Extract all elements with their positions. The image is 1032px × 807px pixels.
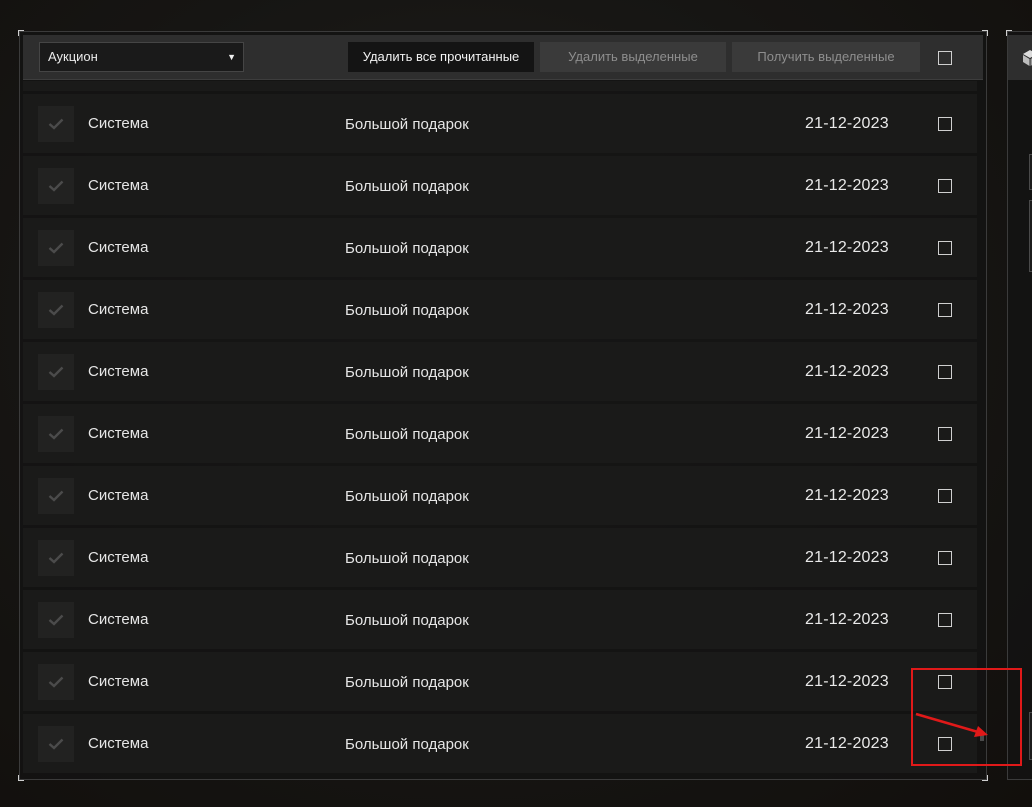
message-select-checkbox[interactable] bbox=[938, 551, 952, 565]
checkmark-icon bbox=[38, 602, 74, 638]
message-subject: Большой подарок bbox=[345, 178, 469, 195]
checkmark-icon bbox=[38, 354, 74, 390]
message-row[interactable]: Система Большой подарок 21-12-2023 bbox=[23, 280, 977, 339]
message-subject: Большой подарок bbox=[345, 116, 469, 133]
message-date: 21-12-2023 bbox=[805, 239, 889, 256]
checkmark-icon bbox=[38, 168, 74, 204]
delete-read-button[interactable]: Удалить все прочитанные bbox=[348, 42, 534, 72]
message-row[interactable]: Система Большой подарок 21-12-2023 bbox=[23, 342, 977, 401]
message-date: 21-12-2023 bbox=[805, 425, 889, 442]
message-sender: Система bbox=[88, 239, 149, 256]
message-date: 21-12-2023 bbox=[805, 115, 889, 132]
message-date: 21-12-2023 bbox=[805, 177, 889, 194]
message-select-checkbox[interactable] bbox=[938, 179, 952, 193]
delete-selected-button[interactable]: Удалить выделенные bbox=[540, 42, 726, 72]
side-panel-header bbox=[1008, 35, 1032, 80]
message-subject: Большой подарок bbox=[345, 364, 469, 381]
message-sender: Система bbox=[88, 673, 149, 690]
cube-icon bbox=[1023, 50, 1032, 66]
message-date: 21-12-2023 bbox=[805, 549, 889, 566]
message-select-checkbox[interactable] bbox=[938, 241, 952, 255]
checkmark-icon bbox=[38, 726, 74, 762]
message-row[interactable]: Система Большой подарок 21-12-2023 bbox=[23, 466, 977, 525]
message-select-checkbox[interactable] bbox=[938, 303, 952, 317]
mail-toolbar: Аукцион ▼ Удалить все прочитанные Удалит… bbox=[23, 35, 983, 80]
checkmark-icon bbox=[38, 106, 74, 142]
message-row[interactable]: Система Большой подарок 21-12-2023 bbox=[23, 652, 977, 711]
message-subject: Большой подарок bbox=[345, 302, 469, 319]
message-row[interactable]: Система Большой подарок 21-12-2023 bbox=[23, 590, 977, 649]
message-subject: Большой подарок bbox=[345, 426, 469, 443]
message-sender: Система bbox=[88, 301, 149, 318]
panel-corner bbox=[982, 775, 988, 781]
message-sender: Система bbox=[88, 177, 149, 194]
checkmark-icon bbox=[38, 478, 74, 514]
message-select-checkbox[interactable] bbox=[938, 117, 952, 131]
message-sender: Система bbox=[88, 363, 149, 380]
message-select-checkbox[interactable] bbox=[938, 365, 952, 379]
message-date: 21-12-2023 bbox=[805, 611, 889, 628]
checkmark-icon bbox=[38, 292, 74, 328]
message-select-checkbox[interactable] bbox=[938, 613, 952, 627]
message-date: 21-12-2023 bbox=[805, 363, 889, 380]
message-subject: Большой подарок bbox=[345, 674, 469, 691]
message-list: Система Большой подарок 21-12-2023 Систе… bbox=[23, 94, 977, 776]
message-subject: Большой подарок bbox=[345, 240, 469, 257]
message-sender: Система bbox=[88, 487, 149, 504]
message-row[interactable]: Система Большой подарок 21-12-2023 bbox=[23, 94, 977, 153]
message-row[interactable]: Система Большой подарок 21-12-2023 bbox=[23, 528, 977, 587]
list-top-edge bbox=[23, 81, 977, 91]
message-select-checkbox[interactable] bbox=[938, 427, 952, 441]
message-subject: Большой подарок bbox=[345, 550, 469, 567]
receive-selected-button[interactable]: Получить выделенные bbox=[732, 42, 920, 72]
message-row[interactable]: Система Большой подарок 21-12-2023 bbox=[23, 404, 977, 463]
message-row[interactable]: Система Большой подарок 21-12-2023 bbox=[23, 714, 977, 773]
checkmark-icon bbox=[38, 416, 74, 452]
checkmark-icon bbox=[38, 540, 74, 576]
message-date: 21-12-2023 bbox=[805, 301, 889, 318]
message-subject: Большой подарок bbox=[345, 736, 469, 753]
message-sender: Система bbox=[88, 611, 149, 628]
message-sender: Система bbox=[88, 425, 149, 442]
message-sender: Система bbox=[88, 549, 149, 566]
message-sender: Система bbox=[88, 735, 149, 752]
message-date: 21-12-2023 bbox=[805, 673, 889, 690]
mail-panel: Аукцион ▼ Удалить все прочитанные Удалит… bbox=[18, 30, 988, 781]
message-subject: Большой подарок bbox=[345, 488, 469, 505]
message-subject: Большой подарок bbox=[345, 612, 469, 629]
message-select-checkbox[interactable] bbox=[938, 489, 952, 503]
annotation-arrow-icon bbox=[915, 712, 988, 737]
message-date: 21-12-2023 bbox=[805, 487, 889, 504]
message-date: 21-12-2023 bbox=[805, 735, 889, 752]
message-row[interactable]: Система Большой подарок 21-12-2023 bbox=[23, 156, 977, 215]
checkmark-icon bbox=[38, 664, 74, 700]
message-row[interactable]: Система Большой подарок 21-12-2023 bbox=[23, 218, 977, 277]
category-dropdown[interactable]: Аукцион ▼ bbox=[39, 42, 244, 72]
triangle-down-icon: ▼ bbox=[227, 52, 236, 62]
category-dropdown-value: Аукцион bbox=[48, 49, 98, 64]
select-all-checkbox[interactable] bbox=[938, 51, 952, 65]
checkmark-icon bbox=[38, 230, 74, 266]
message-sender: Система bbox=[88, 115, 149, 132]
